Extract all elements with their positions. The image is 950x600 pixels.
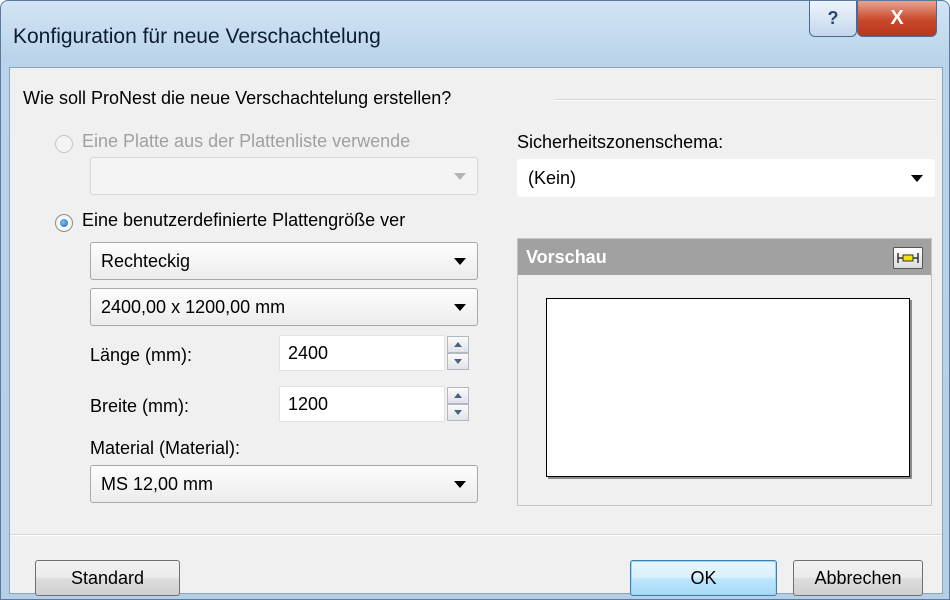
chevron-down-icon [454, 258, 466, 265]
shape-combo[interactable]: Rechteckig [90, 242, 478, 280]
radio-plate-list[interactable] [55, 135, 73, 153]
material-combo[interactable]: MS 12,00 mm [90, 465, 478, 503]
safety-zone-value: (Kein) [528, 167, 577, 188]
shape-value: Rechteckig [101, 250, 191, 271]
preview-title: Vorschau [526, 246, 607, 267]
chevron-down-icon [454, 173, 466, 180]
ok-button-label: OK [690, 567, 717, 588]
spin-up-icon[interactable] [447, 387, 469, 404]
size-value: 2400,00 x 1200,00 mm [101, 296, 286, 317]
length-input[interactable]: 2400 [279, 335, 445, 371]
chevron-down-icon [454, 304, 466, 311]
standard-button-label: Standard [70, 567, 145, 588]
width-spinner[interactable] [447, 387, 469, 421]
material-label: Material (Material): [90, 438, 241, 458]
spin-down-icon[interactable] [447, 404, 469, 421]
standard-button[interactable]: Standard [35, 560, 180, 596]
length-value: 2400 [288, 342, 329, 363]
dimension-icon [897, 253, 919, 263]
radio-custom-size[interactable] [55, 214, 73, 232]
chevron-down-icon [911, 175, 923, 182]
plate-list-combo[interactable] [90, 157, 478, 195]
window-title: Konfiguration für neue Verschachtelung [13, 25, 381, 48]
size-combo[interactable]: 2400,00 x 1200,00 mm [90, 288, 478, 326]
dialog-body: Wie soll ProNest die neue Verschachtelun… [9, 67, 943, 596]
cancel-button[interactable]: Abbrechen [793, 560, 923, 596]
dialog-window: Konfiguration für neue Verschachtelung ?… [0, 0, 950, 600]
radio-custom-size-label: Eine benutzerdefinierte Plattengröße ver [82, 210, 406, 230]
group-divider [555, 99, 935, 101]
preview-header: Vorschau [518, 239, 931, 275]
width-input[interactable]: 1200 [279, 386, 445, 422]
width-value: 1200 [288, 393, 329, 414]
width-label: Breite (mm): [90, 396, 189, 416]
material-value: MS 12,00 mm [101, 473, 214, 494]
help-button[interactable]: ? [809, 1, 857, 37]
length-label: Länge (mm): [90, 345, 193, 365]
radio-plate-list-label: Eine Platte aus der Plattenliste verwend… [82, 131, 411, 151]
spin-down-icon[interactable] [447, 353, 469, 370]
preview-panel: Vorschau [517, 238, 932, 506]
safety-zone-label: Sicherheitszonenschema: [517, 132, 724, 152]
cancel-button-label: Abbrechen [814, 567, 902, 588]
close-button[interactable]: X [857, 1, 937, 37]
ok-button[interactable]: OK [630, 560, 777, 596]
safety-zone-combo[interactable]: (Kein) [517, 159, 935, 197]
help-icon: ? [827, 8, 839, 28]
chevron-down-icon [454, 481, 466, 488]
footer-divider [10, 534, 942, 536]
close-icon: X [890, 7, 904, 29]
spin-up-icon[interactable] [447, 336, 469, 353]
question-label: Wie soll ProNest die neue Verschachtelun… [23, 88, 452, 108]
length-spinner[interactable] [447, 336, 469, 370]
plate-preview [546, 298, 910, 477]
dimension-toggle-button[interactable] [893, 247, 923, 269]
